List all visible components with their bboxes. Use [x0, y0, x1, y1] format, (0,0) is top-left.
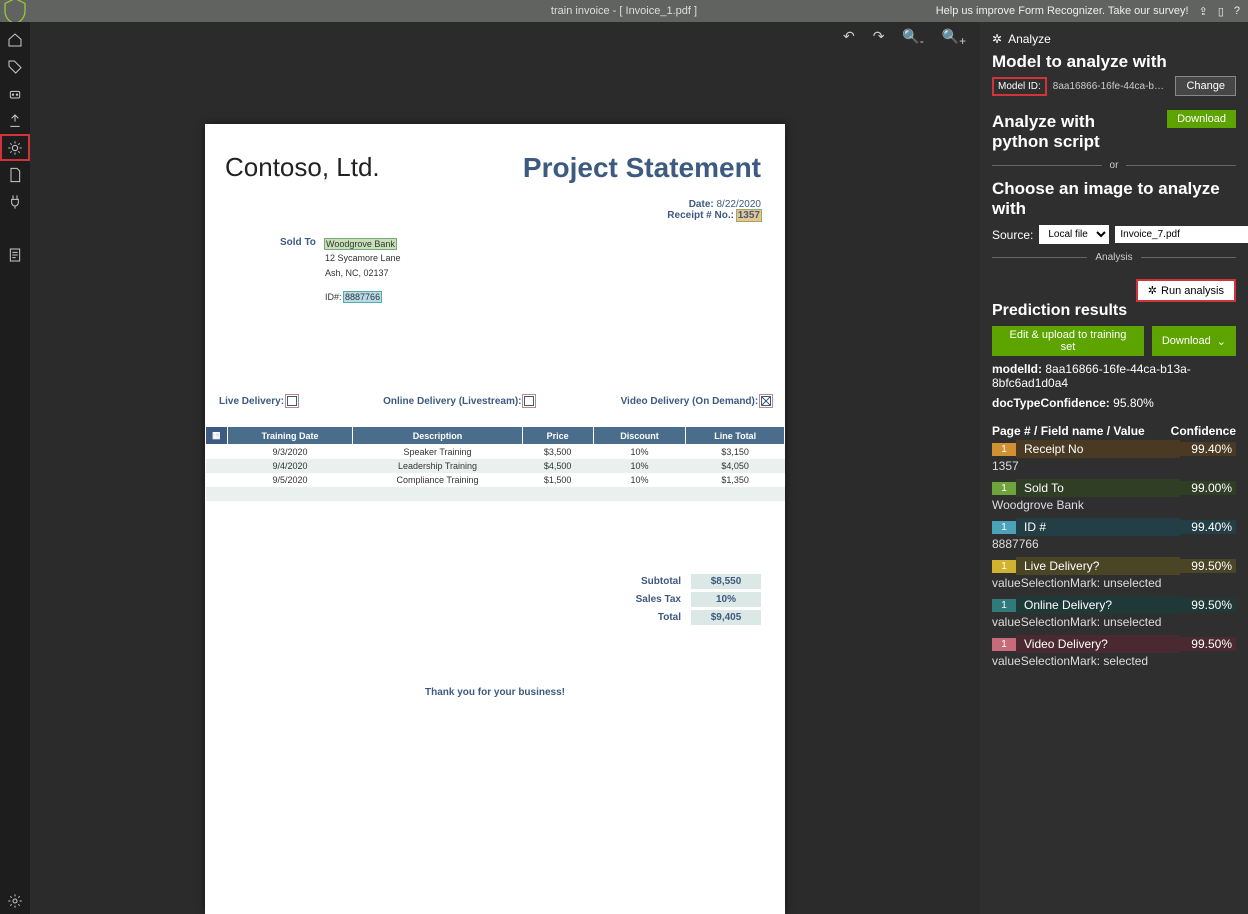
- field-name: Live Delivery?: [1016, 557, 1180, 575]
- download-results-button[interactable]: Download⌄: [1152, 326, 1236, 356]
- field-name: ID #: [1016, 518, 1180, 536]
- spark-icon: ✲: [1148, 284, 1157, 297]
- source-label: Source:: [992, 228, 1033, 242]
- zoom-in-icon[interactable]: 🔍+: [942, 28, 966, 48]
- analyze-panel: ✲ Analyze Model to analyze with Model ID:…: [980, 22, 1248, 914]
- rail-file-icon[interactable]: [0, 161, 30, 188]
- document-preview: Contoso, Ltd. Project Statement Date: 8/…: [205, 124, 785, 914]
- rail-robot-icon[interactable]: [0, 80, 30, 107]
- prediction-row[interactable]: 1Live Delivery?99.50% valueSelectionMark:…: [992, 557, 1236, 594]
- page-badge: 1: [992, 560, 1016, 573]
- prediction-row[interactable]: 1Receipt No99.40% 1357: [992, 440, 1236, 477]
- panel-icon[interactable]: ▯: [1218, 5, 1224, 18]
- page-badge: 1: [992, 599, 1016, 612]
- table-row: 9/5/2020Compliance Training$1,50010%$1,3…: [206, 473, 785, 487]
- rail-plug-icon[interactable]: [0, 188, 30, 215]
- field-name: Receipt No: [1016, 440, 1180, 458]
- modelid-value: 8aa16866-16fe-44ca-b13a-8bfc6a...: [1053, 81, 1170, 92]
- soldto-highlight: Woodgrove Bank: [325, 239, 396, 249]
- confidence: 99.50%: [1180, 559, 1236, 573]
- thanks: Thank you for your business!: [205, 687, 785, 698]
- items-table: ▦ Training Date Description Price Discou…: [205, 426, 785, 501]
- topbar: train invoice - [ Invoice_1.pdf ] Help u…: [0, 0, 1248, 22]
- window-title: train invoice - [ Invoice_1.pdf ]: [551, 5, 697, 17]
- confidence: 99.40%: [1180, 520, 1236, 534]
- receipt-highlight: 1357: [737, 210, 761, 221]
- change-button[interactable]: Change: [1175, 76, 1236, 96]
- table-row: 9/4/2020Leadership Training$4,50010%$4,0…: [206, 459, 785, 473]
- totals: Subtotal$8,550 Sales Tax10% Total$9,405: [611, 574, 761, 628]
- edit-upload-button[interactable]: Edit & upload to training set: [992, 326, 1144, 356]
- choose-heading: Choose an image to analyze with: [992, 179, 1236, 219]
- prediction-row[interactable]: 1ID #99.40% 8887766: [992, 518, 1236, 555]
- rail-tag-icon[interactable]: [0, 53, 30, 80]
- run-analysis-button[interactable]: ✲Run analysis: [1136, 279, 1236, 302]
- online-checkbox: [524, 396, 534, 406]
- confidence: 99.00%: [1180, 481, 1236, 495]
- prediction-row[interactable]: 1Online Delivery?99.50% valueSelectionMar…: [992, 596, 1236, 633]
- field-name: Sold To: [1016, 479, 1180, 497]
- analyze-header: Analyze: [1008, 32, 1051, 46]
- field-name: Video Delivery?: [1016, 635, 1180, 653]
- delivery-row: Live Delivery: Online Delivery (Livestre…: [219, 396, 771, 407]
- python-heading: Analyze with python script: [992, 112, 1152, 152]
- confidence: 99.50%: [1180, 637, 1236, 651]
- live-checkbox: [287, 396, 297, 406]
- soldto-block: Woodgrove Bank 12 Sycamore Lane Ash, NC,…: [325, 237, 401, 305]
- gear-icon: ✲: [992, 32, 1002, 46]
- modelid-label: Model ID:: [992, 77, 1047, 96]
- canvas: ↶ ↷ 🔍- 🔍+ Contoso, Ltd. Project Statemen…: [30, 22, 980, 914]
- field-value: valueSelectionMark: selected: [992, 653, 1236, 672]
- field-name: Online Delivery?: [1016, 596, 1180, 614]
- left-rail: [0, 22, 30, 914]
- share-icon[interactable]: ⇪: [1199, 5, 1208, 18]
- confidence: 99.50%: [1180, 598, 1236, 612]
- rail-doc-icon[interactable]: [0, 241, 30, 268]
- table-row: 9/3/2020Speaker Training$3,50010%$3,150: [206, 445, 785, 460]
- page-badge: 1: [992, 521, 1016, 534]
- prediction-row[interactable]: 1Sold To99.00% Woodgrove Bank: [992, 479, 1236, 516]
- page-badge: 1: [992, 482, 1016, 495]
- rail-settings-icon[interactable]: [0, 887, 30, 914]
- chevron-down-icon: ⌄: [1217, 335, 1226, 348]
- field-value: 8887766: [992, 536, 1236, 555]
- field-value: valueSelectionMark: unselected: [992, 575, 1236, 594]
- field-value: Woodgrove Bank: [992, 497, 1236, 516]
- rail-home-icon[interactable]: [0, 26, 30, 53]
- canvas-toolbar: ↶ ↷ 🔍- 🔍+: [843, 28, 966, 48]
- zoom-out-icon[interactable]: 🔍-: [902, 28, 923, 48]
- col-icon: ▦: [206, 427, 228, 445]
- rail-analyze-icon[interactable]: [0, 134, 30, 161]
- results-heading: Prediction results: [992, 302, 1236, 320]
- field-value: valueSelectionMark: unselected: [992, 614, 1236, 633]
- undo-icon[interactable]: ↶: [843, 28, 855, 48]
- video-checkbox: [761, 396, 771, 406]
- soldto-label: Sold To: [280, 237, 316, 248]
- id-highlight: 8887766: [344, 292, 381, 302]
- page-badge: 1: [992, 638, 1016, 651]
- survey-link[interactable]: Help us improve Form Recognizer. Take ou…: [936, 5, 1189, 17]
- prediction-row[interactable]: 1Video Delivery?99.50% valueSelectionMark…: [992, 635, 1236, 672]
- field-value: 1357: [992, 458, 1236, 477]
- model-heading: Model to analyze with: [992, 52, 1236, 72]
- source-file-input[interactable]: [1115, 226, 1248, 243]
- redo-icon[interactable]: ↷: [873, 28, 885, 48]
- confidence: 99.40%: [1180, 442, 1236, 456]
- source-select[interactable]: Local file: [1039, 225, 1109, 244]
- doc-title: Project Statement: [523, 152, 761, 184]
- download-button[interactable]: Download: [1167, 110, 1236, 128]
- page-badge: 1: [992, 443, 1016, 456]
- rail-compose-icon[interactable]: [0, 107, 30, 134]
- doc-meta: Date: 8/22/2020 Receipt # No.: 1357: [667, 199, 761, 221]
- help-icon[interactable]: ?: [1234, 5, 1240, 17]
